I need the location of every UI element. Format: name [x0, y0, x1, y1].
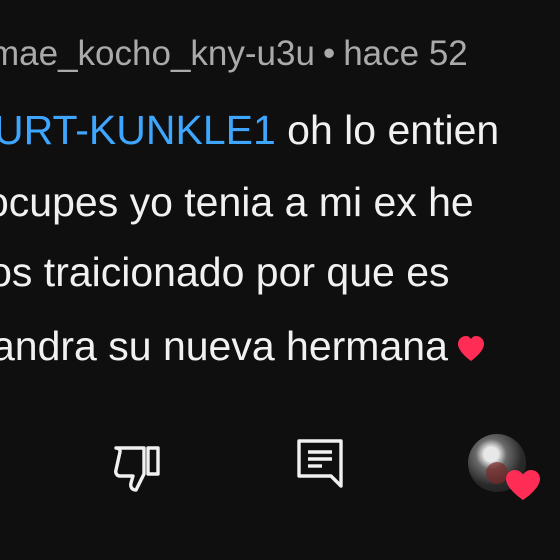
comment-text-line-3: los traicionado por que es	[0, 249, 450, 295]
comment-header: mae_kocho_kny-u3u • hace 52	[0, 32, 468, 76]
heart-icon	[457, 336, 484, 362]
author-name[interactable]: mae_kocho_kny-u3u	[0, 34, 315, 73]
meta-separator: •	[322, 34, 336, 73]
heart-icon	[506, 470, 540, 500]
comment-reply-icon[interactable]	[294, 436, 346, 490]
comment-text-line-2: ocupes yo tenia a mi ex he	[0, 179, 474, 225]
comment-text-segment: andra su nueva hermana	[0, 323, 448, 369]
comment-text-segment: oh lo entien	[275, 107, 500, 153]
mention-link[interactable]: URT-KUNKLE1	[0, 107, 276, 153]
thumbs-down-icon[interactable]	[108, 438, 166, 496]
comment-time: hace 52	[343, 34, 468, 73]
comment-text-line-1: URT-KUNKLE1 oh lo entien	[0, 104, 499, 156]
creator-heart-badge[interactable]	[468, 434, 546, 506]
comment-text-line-4: andra su nueva hermana	[0, 320, 486, 372]
comment-item: mae_kocho_kny-u3u • hace 52 URT-KUNKLE1 oh…	[0, 0, 560, 560]
comment-actions	[0, 430, 560, 500]
